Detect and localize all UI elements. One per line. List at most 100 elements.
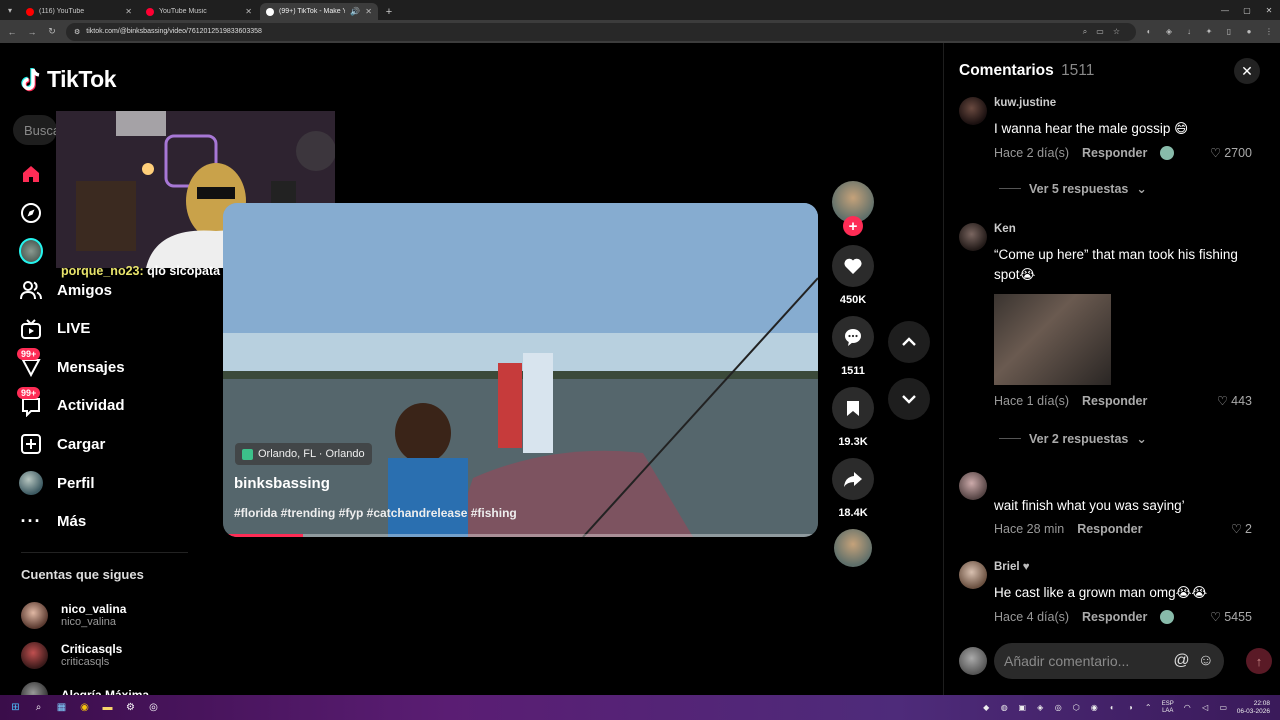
nav-profile[interactable]: Perfil (19, 464, 199, 503)
view-replies-button[interactable]: Ver 2 respuestas ⌄ (999, 431, 1147, 447)
tab-close-icon[interactable]: ✕ (245, 7, 252, 16)
search-input[interactable]: Buscar (13, 115, 57, 145)
comment-button[interactable] (832, 316, 874, 358)
video-author[interactable]: binksbassing (234, 475, 330, 492)
tray-app-icon[interactable]: ◑ (1126, 703, 1135, 712)
location-tag[interactable]: Orlando, FL · Orlando (235, 443, 372, 465)
windows-start-icon[interactable]: ⊞ (9, 701, 22, 714)
comment-count: 1511 (841, 365, 865, 377)
tray-app-icon[interactable]: ▣ (1018, 703, 1027, 712)
bookmark-icon (847, 401, 859, 416)
send-comment-button[interactable]: ↑ (1246, 648, 1272, 674)
search-icon[interactable]: ⌕ (32, 701, 45, 714)
browser-menu-icon[interactable]: ⋮ (1264, 27, 1274, 37)
tab-close-icon[interactable]: ✕ (365, 7, 372, 16)
file-explorer-icon[interactable]: ▬ (101, 701, 114, 714)
avatar[interactable] (959, 223, 987, 251)
tab-youtube-music[interactable]: YouTube Music ✕ (140, 3, 258, 20)
next-video-button[interactable] (888, 378, 930, 420)
video-player[interactable]: Orlando, FL · Orlando binksbassing #flor… (223, 203, 818, 537)
zoom-icon[interactable]: ⌕ (1083, 27, 1087, 37)
follow-plus-icon[interactable]: + (843, 216, 863, 236)
nav-upload[interactable]: Cargar (19, 425, 199, 464)
tray-app-icon[interactable]: ◐ (1108, 703, 1117, 712)
extensions-puzzle-icon[interactable]: ✦ (1204, 27, 1214, 37)
previous-video-button[interactable] (888, 321, 930, 363)
reply-button[interactable]: Responder (1082, 146, 1147, 160)
reply-button[interactable]: Responder (1077, 522, 1142, 536)
following-item[interactable]: nico_valina nico_valina (21, 595, 211, 635)
tab-youtube[interactable]: (116) YouTube ✕ (20, 3, 138, 20)
reply-button[interactable]: Responder (1082, 394, 1147, 408)
comment-user[interactable]: Briel ♥ (994, 561, 1030, 573)
comment-user[interactable]: Ken (994, 223, 1016, 235)
tray-app-icon[interactable]: ◉ (1090, 703, 1099, 712)
avatar[interactable] (959, 97, 987, 125)
save-button[interactable] (832, 387, 874, 429)
sound-avatar[interactable] (834, 529, 872, 567)
tab-audio-icon[interactable]: 🔊 (350, 7, 360, 16)
downloads-icon[interactable]: ↓ (1184, 27, 1194, 37)
nav-more[interactable]: ··· Más (19, 502, 199, 541)
emoji-icon[interactable]: ☺ (1198, 652, 1214, 670)
settings-icon[interactable]: ⚙ (124, 701, 137, 714)
language-indicator[interactable]: ESP LAA (1162, 701, 1174, 715)
comment-like-button[interactable]: ♡ 2700 (1210, 145, 1252, 161)
author-avatar[interactable]: + (832, 181, 874, 236)
extension-icon[interactable]: ◈ (1164, 27, 1174, 37)
extension-icon[interactable]: ◐ (1144, 27, 1154, 37)
nav-live[interactable]: LIVE (19, 309, 199, 348)
nav-label: LIVE (57, 320, 91, 338)
new-tab-button[interactable]: + (380, 3, 398, 20)
widgets-icon[interactable]: ▦ (55, 701, 68, 714)
close-comments-button[interactable]: ✕ (1234, 58, 1260, 84)
battery-icon[interactable]: ▭ (1219, 703, 1228, 712)
chevron-down-icon (902, 395, 916, 404)
close-window-icon[interactable]: ✕ (1258, 0, 1280, 20)
forward-icon[interactable]: → (26, 26, 38, 38)
sidebar-icon[interactable]: ▯ (1224, 27, 1234, 37)
clock[interactable]: 22:08 06-03-2026 (1237, 700, 1270, 716)
video-progress-bar[interactable] (226, 534, 815, 537)
profile-avatar-icon[interactable]: ● (1244, 27, 1254, 37)
tab-close-icon[interactable]: ✕ (125, 7, 132, 16)
tiktok-logo[interactable]: TikTok (21, 66, 117, 93)
maximize-icon[interactable]: ▢ (1236, 0, 1258, 20)
view-replies-button[interactable]: Ver 5 respuestas ⌄ (999, 181, 1147, 197)
chrome-icon[interactable]: ◉ (78, 701, 91, 714)
back-icon[interactable]: ← (6, 26, 18, 38)
mention-icon[interactable]: @ (1173, 652, 1189, 670)
reply-button[interactable]: Responder (1082, 610, 1147, 624)
reload-icon[interactable]: ↻ (46, 26, 58, 38)
tray-app-icon[interactable]: ◆ (982, 703, 991, 712)
tray-app-icon[interactable]: ⬡ (1072, 703, 1081, 712)
video-hashtags[interactable]: #florida #trending #fyp #catchandrelease… (234, 506, 517, 520)
tab-tiktok[interactable]: (99+) TikTok - Make Your Da... 🔊 ✕ (260, 3, 378, 20)
tray-app-icon[interactable]: ◎ (1054, 703, 1063, 712)
tab-search-icon[interactable]: ▾ (0, 0, 20, 20)
comment-like-button[interactable]: ♡ 443 (1217, 393, 1252, 409)
url-field[interactable]: ⚙ tiktok.com/@binksbassing/video/7612012… (66, 22, 1136, 41)
volume-icon[interactable]: ◁ (1201, 703, 1210, 712)
following-item[interactable]: Criticasqls criticasqls (21, 635, 211, 675)
nav-messages[interactable]: 99+ Mensajes (17, 348, 199, 387)
comment-like-button[interactable]: ♡ 5455 (1210, 609, 1252, 625)
like-button[interactable] (832, 245, 874, 287)
avatar[interactable] (959, 561, 987, 589)
wifi-icon[interactable]: ◠ (1183, 703, 1192, 712)
comment-input[interactable]: Añadir comentario... @ ☺ (994, 643, 1224, 679)
comment-image[interactable] (994, 294, 1111, 385)
minimize-icon[interactable]: — (1214, 0, 1236, 20)
bookmark-star-icon[interactable]: ☆ (1113, 27, 1120, 37)
tray-app-icon[interactable]: ◈ (1036, 703, 1045, 712)
comment-user[interactable]: kuw.justine (994, 97, 1056, 109)
site-info-icon[interactable]: ⚙ (74, 28, 80, 36)
nav-activity[interactable]: 99+ Actividad (17, 386, 199, 426)
comment-like-button[interactable]: ♡ 2 (1231, 521, 1252, 537)
share-button[interactable] (832, 458, 874, 500)
app-icon[interactable]: ◎ (147, 701, 160, 714)
tray-overflow-icon[interactable]: ⌃ (1144, 703, 1153, 712)
avatar[interactable] (959, 472, 987, 500)
cast-icon[interactable]: ▭ (1096, 27, 1104, 37)
tray-app-icon[interactable]: ◍ (1000, 703, 1009, 712)
